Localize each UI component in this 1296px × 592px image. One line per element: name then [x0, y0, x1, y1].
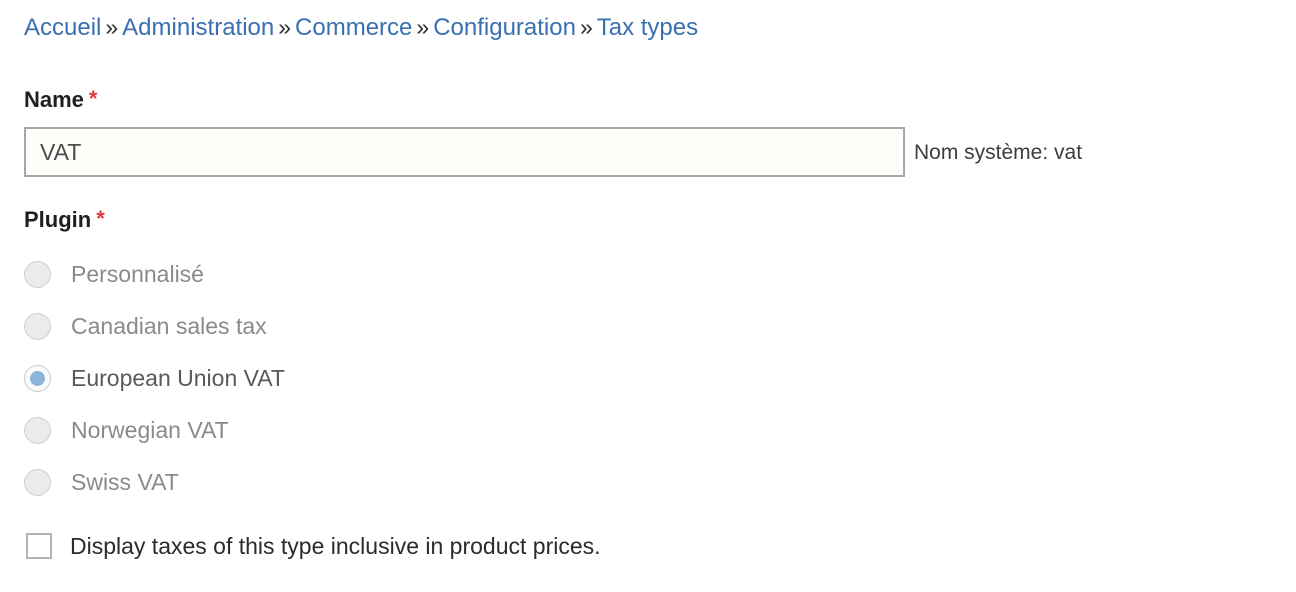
radio-circle-icon[interactable] — [24, 416, 51, 444]
breadcrumb-item-administration[interactable]: Administration — [122, 14, 274, 41]
radio-label: European Union VAT — [71, 365, 285, 391]
display-inclusive-checkbox-row[interactable]: Display taxes of this type inclusive in … — [26, 532, 601, 560]
radio-circle-icon[interactable] — [24, 260, 51, 288]
breadcrumb-separator: » — [579, 14, 593, 40]
breadcrumb-item-tax-types[interactable]: Tax types — [597, 14, 698, 41]
breadcrumb-separator: » — [416, 14, 430, 40]
name-label-text: Name — [24, 87, 84, 112]
radio-option-swiss-vat[interactable]: Swiss VAT — [24, 456, 724, 508]
breadcrumb-item-configuration[interactable]: Configuration — [433, 14, 576, 41]
name-input[interactable] — [24, 127, 905, 177]
radio-option-personnalise[interactable]: Personnalisé — [24, 248, 724, 300]
display-inclusive-checkbox-label: Display taxes of this type inclusive in … — [70, 533, 601, 559]
plugin-radio-group: Personnalisé Canadian sales tax European… — [24, 248, 724, 508]
plugin-field-label: Plugin * — [24, 206, 105, 233]
breadcrumb-item-accueil[interactable]: Accueil — [24, 14, 101, 41]
plugin-label-text: Plugin — [24, 207, 92, 232]
radio-label: Swiss VAT — [71, 469, 179, 495]
breadcrumb-separator: » — [278, 14, 292, 40]
radio-option-european-union-vat[interactable]: European Union VAT — [24, 352, 724, 404]
breadcrumb: Accueil» Administration» Commerce» Configur… — [24, 12, 698, 43]
required-marker-icon: * — [96, 206, 105, 231]
radio-circle-selected-icon[interactable] — [24, 364, 51, 392]
checkbox-unchecked-icon[interactable] — [26, 533, 52, 559]
radio-label: Norwegian VAT — [71, 417, 229, 443]
radio-option-canadian-sales-tax[interactable]: Canadian sales tax — [24, 300, 724, 352]
breadcrumb-item-commerce[interactable]: Commerce — [295, 14, 412, 41]
machine-name-description: Nom système: vat — [914, 141, 1083, 164]
breadcrumb-separator: » — [105, 14, 119, 40]
radio-circle-icon[interactable] — [24, 468, 51, 496]
radio-label: Personnalisé — [71, 261, 204, 287]
radio-circle-icon[interactable] — [24, 312, 51, 340]
tax-type-edit-form: Accueil» Administration» Commerce» Configur… — [0, 0, 1296, 592]
required-marker-icon: * — [88, 86, 98, 111]
name-field-label: Name * — [24, 86, 97, 113]
radio-option-norwegian-vat[interactable]: Norwegian VAT — [24, 404, 724, 456]
radio-label: Canadian sales tax — [71, 313, 267, 339]
